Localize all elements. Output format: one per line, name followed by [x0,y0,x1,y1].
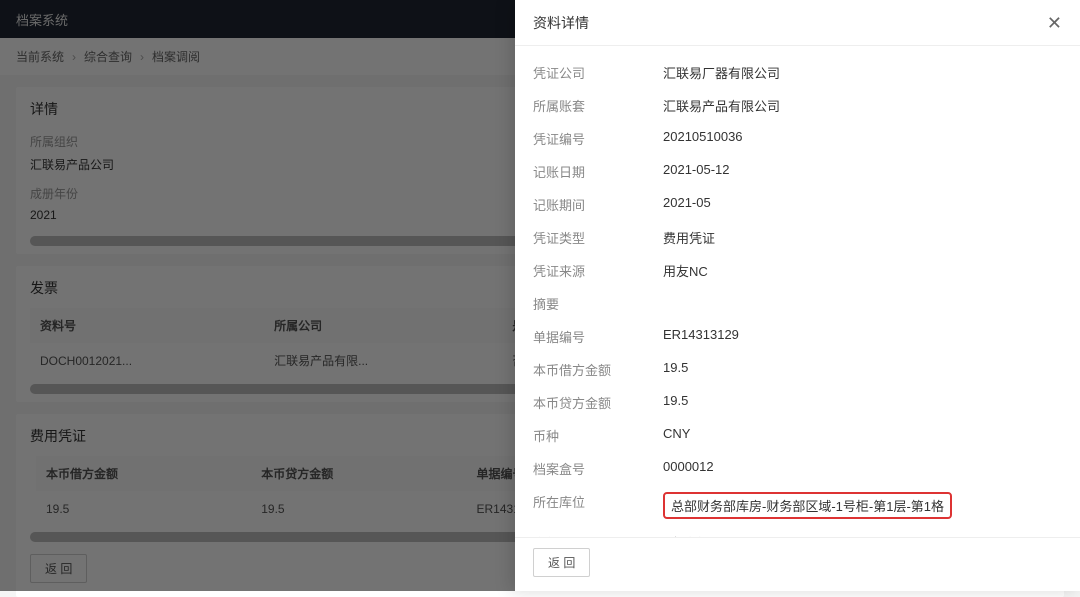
detail-row: 凭证类型费用凭证 [533,221,1062,254]
detail-row: 单据编号ER14313129 [533,320,1062,353]
detail-label: 所属账套 [533,96,663,115]
detail-row: 档案盒号0000012 [533,452,1062,485]
detail-value: 19.5 [663,393,1062,412]
drawer-title: 资料详情 [533,13,589,33]
breadcrumb-item[interactable]: 综合查询 [84,48,132,65]
cell: 19.5 [36,491,251,526]
detail-value: 用友NC [663,261,1062,280]
detail-row: 记账日期2021-05-12 [533,155,1062,188]
detail-row: 本币贷方金额19.5 [533,386,1062,419]
detail-value: 0000012 [663,459,1062,478]
detail-row: 所在库位总部财务部库房-财务部区域-1号柜-第1层-第1格 [533,485,1062,526]
detail-value: 2021-05-12 [663,162,1062,181]
highlighted-value: 总部财务部库房-财务部区域-1号柜-第1层-第1格 [663,492,952,519]
detail-label: 档案盒号 [533,459,663,478]
close-icon[interactable]: ✕ [1047,14,1062,32]
table-header[interactable]: 本币借方金额 [36,456,251,491]
detail-row: 币种CNY [533,419,1062,452]
table-header[interactable]: 本币贷方金额 [251,456,466,491]
cell: 19.5 [251,491,466,526]
detail-row: 记账期间2021-05 [533,188,1062,221]
detail-value: 汇联易产品有限公司 [663,96,1062,115]
detail-value: 20210510036 [663,129,1062,148]
detail-label: 摘要 [533,294,663,313]
detail-value: 2021-05 [663,195,1062,214]
detail-label: 所在库位 [533,492,663,519]
table-header[interactable]: 所属公司 [264,308,502,343]
detail-label: 凭证公司 [533,63,663,82]
detail-label: 凭证来源 [533,261,663,280]
detail-row: 本币借方金额19.5 [533,353,1062,386]
detail-value: CNY [663,426,1062,445]
detail-label: 本币贷方金额 [533,393,663,412]
detail-value: 汇联易厂器有限公司 [663,63,1062,82]
detail-value: 19.5 [663,360,1062,379]
detail-row: 所属账套汇联易产品有限公司 [533,89,1062,122]
field-value: 汇联易产品公司 [30,154,525,181]
detail-label: 币种 [533,426,663,445]
detail-label: 凭证类型 [533,228,663,247]
detail-row: 凭证来源用友NC [533,254,1062,287]
back-button[interactable]: 返 回 [30,554,87,583]
field-label: 所属组织 [30,129,525,154]
detail-value: ER14313129 [663,327,1062,346]
field-value: 2021 [30,206,525,230]
chevron-right-icon: › [72,50,76,64]
detail-row: 凭证公司汇联易厂器有限公司 [533,56,1062,89]
detail-label: 本币借方金额 [533,360,663,379]
detail-value: 费用凭证 [663,228,1062,247]
cell: 汇联易产品有限... [264,343,502,378]
field-label: 成册年份 [30,181,525,206]
detail-value [663,294,1062,313]
app-title: 档案系统 [16,10,68,29]
chevron-right-icon: › [140,50,144,64]
detail-row: 凭证编号20210510036 [533,122,1062,155]
detail-label: 凭证编号 [533,129,663,148]
detail-drawer: 资料详情 ✕ 凭证公司汇联易厂器有限公司所属账套汇联易产品有限公司凭证编号202… [515,0,1080,591]
detail-value: 总部财务部库房-财务部区域-1号柜-第1层-第1格 [663,492,1062,519]
detail-row: 附件1条附件 [533,526,1062,537]
detail-label: 记账日期 [533,162,663,181]
drawer-back-button[interactable]: 返 回 [533,548,590,577]
detail-label: 记账期间 [533,195,663,214]
breadcrumb-item[interactable]: 当前系统 [16,48,64,65]
detail-label: 单据编号 [533,327,663,346]
detail-row: 摘要 [533,287,1062,320]
breadcrumb-item: 档案调阅 [152,48,200,65]
cell: DOCH0012021... [30,343,264,378]
table-header[interactable]: 资料号 [30,308,264,343]
